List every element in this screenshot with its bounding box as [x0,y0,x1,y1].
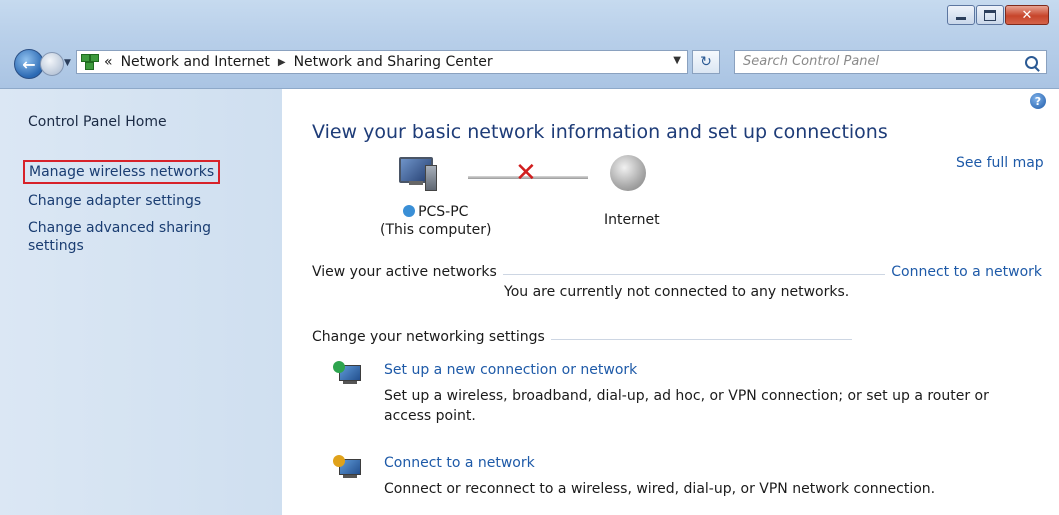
change-settings-section: Change your networking settings [312,329,852,349]
minimize-icon [956,16,966,20]
setup-connection-link[interactable]: Set up a new connection or network [384,362,637,378]
window-controls: ✕ [947,5,1049,25]
sidebar: Control Panel Home Manage wireless netwo… [0,89,282,515]
address-dropdown-icon[interactable]: ▼ [673,55,681,66]
new-connection-icon [333,361,367,391]
setup-connection-description: Set up a wireless, broadband, dial-up, a… [384,388,989,424]
connect-network-description: Connect or reconnect to a wireless, wire… [384,481,936,497]
sidebar-item-change-advanced-sharing-settings[interactable]: Change advanced sharing settings [28,219,238,255]
active-networks-heading: View your active networks [312,264,503,280]
forward-button[interactable] [40,52,64,76]
breadcrumb-chevron-icon[interactable]: ▶ [278,57,286,68]
sidebar-item-change-adapter-settings[interactable]: Change adapter settings [28,192,201,210]
minimize-button[interactable] [947,5,975,25]
search-input[interactable]: Search Control Panel [734,50,1047,74]
page-title: View your basic network information and … [312,121,888,143]
address-bar[interactable]: « Network and Internet ▶ Network and Sha… [76,50,688,74]
maximize-button[interactable] [976,5,1004,25]
computer-name: PCS-PC [418,204,469,220]
help-icon[interactable]: ? [1030,93,1046,109]
connect-network-task-link[interactable]: Connect to a network [384,455,535,471]
window-frame: ✕ ← ▼ « Network and Internet ▶ Network a… [0,0,1059,89]
close-icon: ✕ [1021,7,1033,23]
not-connected-status: You are currently not connected to any n… [504,284,850,300]
internet-label: Internet [604,212,660,228]
network-folder-icon [81,54,99,70]
back-arrow-icon: ← [22,54,36,74]
breadcrumb-network-and-sharing-center[interactable]: Network and Sharing Center [294,54,493,70]
connect-to-network-link[interactable]: Connect to a network [885,264,1042,280]
recent-pages-dropdown-icon[interactable]: ▼ [64,58,71,68]
close-button[interactable]: ✕ [1005,5,1049,25]
breadcrumb-overflow-icon[interactable]: « [104,54,113,70]
breadcrumb: « Network and Internet ▶ Network and Sha… [104,54,493,70]
active-networks-section: View your active networks Connect to a n… [312,264,1042,284]
internet-globe-icon[interactable] [610,155,646,191]
refresh-icon: ↻ [700,54,712,70]
sidebar-item-manage-wireless-networks[interactable]: Manage wireless networks [23,160,221,184]
disconnected-x-icon[interactable]: ✕ [515,160,537,186]
computer-icon[interactable] [395,157,437,191]
search-icon[interactable] [1025,56,1038,69]
homegroup-icon [403,205,416,217]
sidebar-item-control-panel-home[interactable]: Control Panel Home [28,113,167,131]
maximize-icon [984,9,996,21]
computer-label: PCS-PC (This computer) [380,203,492,239]
change-settings-heading: Change your networking settings [312,329,551,345]
refresh-button[interactable]: ↻ [692,50,720,74]
see-full-map-link[interactable]: See full map [956,155,1044,171]
navigation-bar: ← ▼ « Network and Internet ▶ Network and… [0,47,1059,79]
breadcrumb-network-and-internet[interactable]: Network and Internet [121,54,270,70]
connect-network-icon [333,455,367,485]
search-placeholder: Search Control Panel [743,54,880,69]
computer-subtitle: (This computer) [380,222,492,238]
